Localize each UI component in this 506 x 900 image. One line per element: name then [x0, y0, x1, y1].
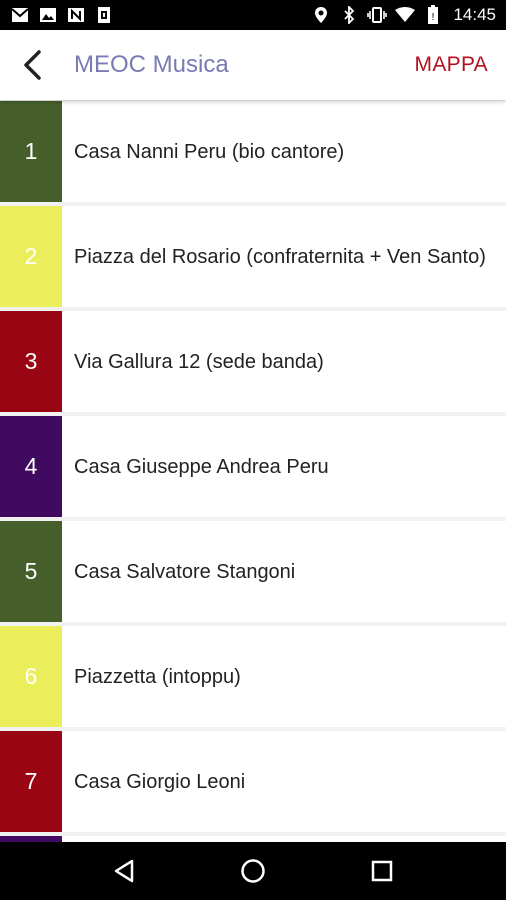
list-item[interactable]: 2 Piazza del Rosario (confraternita + Ve… — [0, 206, 506, 307]
recents-square-icon — [371, 860, 392, 882]
item-label: Casa Giuseppe Andrea Peru — [74, 455, 329, 478]
list-item[interactable]: 5 Casa Salvatore Stangoni — [0, 521, 506, 622]
nav-back-button[interactable] — [94, 842, 154, 900]
nav-home-button[interactable] — [223, 842, 283, 900]
item-label: Casa Nanni Peru (bio cantore) — [74, 140, 345, 163]
list-item[interactable]: 1 Casa Nanni Peru (bio cantore) — [0, 101, 506, 202]
app-bar: MEOC Musica MAPPA — [0, 30, 506, 100]
back-arrow-icon — [24, 50, 41, 80]
location-icon — [311, 5, 331, 25]
item-number-badge: 5 — [0, 521, 62, 622]
svg-text:!: ! — [432, 12, 435, 23]
app-title: MEOC Musica — [74, 51, 229, 78]
wifi-icon — [395, 5, 416, 25]
back-triangle-icon — [115, 859, 134, 883]
status-time: 14:45 — [453, 5, 496, 24]
item-number-badge: 1 — [0, 101, 62, 202]
mail-icon — [10, 5, 30, 25]
list-item[interactable]: 3 Via Gallura 12 (sede banda) — [0, 311, 506, 412]
status-bar: ! 14:45 — [0, 0, 506, 30]
battery-icon: ! — [423, 5, 443, 25]
system-nav-bar — [0, 842, 506, 900]
n-icon — [66, 5, 86, 25]
back-button[interactable] — [0, 30, 64, 100]
bluetooth-icon — [339, 5, 359, 25]
item-label: Casa Giorgio Leoni — [74, 770, 246, 793]
item-label: Casa Salvatore Stangoni — [74, 560, 296, 583]
item-number-badge: 2 — [0, 206, 62, 307]
image-icon — [38, 5, 58, 25]
map-button[interactable]: MAPPA — [415, 53, 506, 77]
item-number-badge: 6 — [0, 626, 62, 727]
item-number-badge: 3 — [0, 311, 62, 412]
item-label: Via Gallura 12 (sede banda) — [74, 350, 324, 373]
list-item[interactable]: 4 Casa Giuseppe Andrea Peru — [0, 416, 506, 517]
item-label: Piazzetta (intoppu) — [74, 665, 241, 688]
sim-icon — [94, 5, 114, 25]
status-left-icons — [10, 5, 114, 25]
home-circle-icon — [241, 859, 265, 883]
locations-list[interactable]: 1 Casa Nanni Peru (bio cantore) 2 Piazza… — [0, 100, 506, 842]
item-label: Piazza del Rosario (confraternita + Ven … — [74, 245, 486, 268]
list-item[interactable]: 7 Casa Giorgio Leoni — [0, 731, 506, 832]
status-right-icons: ! 14:45 — [311, 5, 496, 25]
item-number-badge: 4 — [0, 416, 62, 517]
vibrate-icon — [367, 5, 388, 25]
nav-recents-button[interactable] — [352, 842, 412, 900]
item-number-badge: 7 — [0, 731, 62, 832]
list-item[interactable]: 6 Piazzetta (intoppu) — [0, 626, 506, 727]
